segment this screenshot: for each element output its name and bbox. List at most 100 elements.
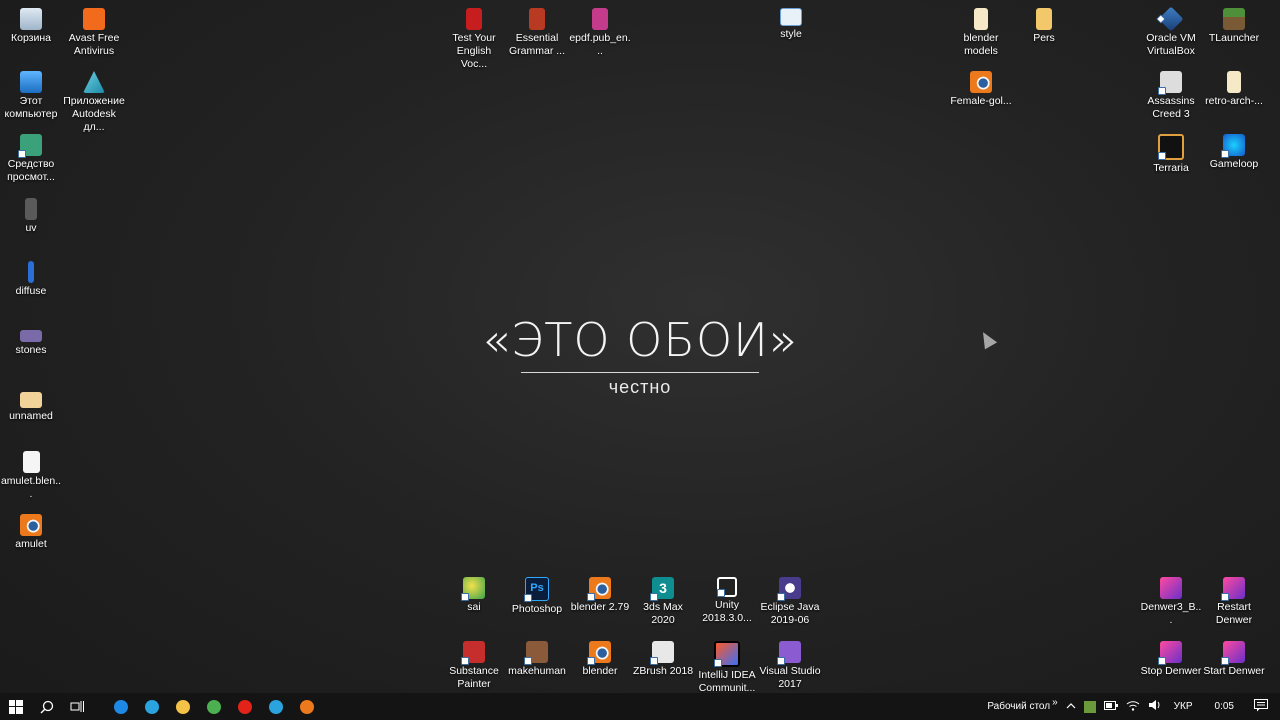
desktop-icon[interactable]: Substance Painter — [443, 637, 505, 691]
desktop-icon[interactable]: blender — [569, 637, 631, 678]
desktop-icon[interactable]: blender models — [950, 4, 1012, 58]
desktop-icon[interactable]: Oracle VM VirtualBox — [1140, 4, 1202, 58]
blender-icon — [20, 514, 42, 536]
desktop-icon[interactable]: stones — [0, 320, 62, 357]
blank-file-icon — [22, 451, 40, 473]
taskbar-app-button[interactable] — [198, 693, 229, 720]
desktop-icon[interactable]: ZBrush 2018 — [632, 637, 694, 678]
desktop-icon-label: retro-arch-... — [1205, 95, 1263, 107]
volume-icon[interactable] — [1148, 699, 1162, 714]
desktop-icon[interactable]: Avast Free Antivirus — [63, 4, 125, 58]
desktop-icon[interactable]: amulet.blen... — [0, 447, 62, 501]
desktop-icon-label: IntelliJ IDEA Communit... — [698, 669, 756, 694]
image-file-icon — [28, 261, 34, 283]
app-tray-icon[interactable] — [1083, 700, 1096, 713]
desktop-icon[interactable]: Female-gol... — [950, 67, 1012, 108]
edge-icon — [113, 699, 128, 714]
sai-icon — [461, 577, 485, 601]
blender-icon — [970, 71, 992, 93]
desktop-icon-label: blender models — [963, 32, 999, 57]
desktop-icon-label: diffuse — [15, 285, 47, 297]
desktop-icon[interactable]: unnamed — [0, 384, 62, 423]
taskbar: Рабочий стол » УКР 0:05 — [0, 693, 1280, 720]
task-view-button[interactable] — [62, 693, 93, 720]
desktop-icon[interactable]: Gameloop — [1203, 130, 1265, 171]
desktop-icon[interactable]: makehuman — [506, 637, 568, 678]
desktop-icon[interactable]: diffuse — [0, 257, 62, 298]
desktop-icon-label: Unity 2018.3.0... — [702, 599, 752, 624]
desktop-icon-label: epdf.pub_en... — [569, 32, 631, 57]
desktop-icon[interactable]: IntelliJ IDEA Communit... — [696, 637, 758, 695]
desktop-icon-label: Female-gol... — [950, 95, 1012, 107]
taskbar-apps — [105, 693, 322, 720]
desktop-icon[interactable]: TLauncher — [1203, 4, 1265, 45]
book-icon — [529, 8, 545, 30]
show-hidden-icons-icon[interactable] — [1066, 701, 1076, 712]
taskbar-app-button[interactable] — [136, 693, 167, 720]
desktop-icon[interactable]: Start Denwer — [1203, 637, 1265, 678]
desktop-icon-label: Приложение Autodesk дл... — [63, 95, 125, 133]
desktop-toolbar-label[interactable]: Рабочий стол — [987, 701, 1050, 712]
desktop-icon[interactable]: Stop Denwer — [1140, 637, 1202, 678]
desktop-icon[interactable]: Terraria — [1140, 130, 1202, 175]
desktop-icon[interactable]: Средство просмот... — [0, 130, 62, 184]
desktop-icon-label: style — [780, 28, 802, 40]
blender-icon — [587, 577, 611, 601]
document-icon — [1036, 8, 1052, 30]
desktop-icon[interactable]: Этот компьютер — [0, 67, 62, 121]
desktop-icon-label: TLauncher — [1208, 32, 1260, 44]
desktop-icon[interactable]: Pers — [1013, 4, 1075, 45]
blender-icon — [587, 641, 611, 665]
desktop-icon[interactable]: Ps Photoshop — [506, 573, 568, 616]
desktop-icon-label: amulet.blen... — [0, 475, 62, 500]
desktop-icon-label: Eclipse Java 2019-06 — [760, 601, 820, 626]
autodesk-icon — [83, 71, 105, 93]
desktop-icon-label: Avast Free Antivirus — [68, 32, 120, 57]
clock[interactable]: 0:05 — [1215, 701, 1234, 712]
desktop-icon[interactable]: style — [760, 4, 822, 41]
search-button[interactable] — [31, 693, 62, 720]
desktop-icon[interactable]: Restart Denwer — [1203, 573, 1265, 627]
language-indicator[interactable]: УКР — [1174, 701, 1193, 712]
taskbar-app-button[interactable] — [291, 693, 322, 720]
desktop-icon[interactable]: sai — [443, 573, 505, 614]
desktop-icon-label: Terraria — [1153, 162, 1189, 174]
desktop-icon-label: Visual Studio 2017 — [759, 665, 821, 690]
wifi-icon[interactable] — [1126, 699, 1140, 714]
recycle-bin-icon — [20, 8, 42, 30]
denwer-icon — [1158, 641, 1182, 665]
mouse-cursor-icon — [976, 328, 998, 350]
taskbar-app-button[interactable] — [167, 693, 198, 720]
desktop-icon-label: Substance Painter — [449, 665, 499, 690]
desktop-icon-label: Test Your English Voc... — [452, 32, 496, 70]
desktop-icon[interactable]: Essential Grammar ... — [506, 4, 568, 58]
desktop-icon[interactable]: Приложение Autodesk дл... — [63, 67, 125, 134]
taskbar-app-button[interactable] — [105, 693, 136, 720]
battery-icon[interactable] — [1103, 700, 1118, 713]
desktop-icon[interactable]: blender 2.79 — [569, 573, 631, 614]
virtualbox-icon — [1158, 6, 1184, 32]
desktop-icon-label: Этот компьютер — [4, 95, 58, 120]
desktop-icon[interactable]: uv — [0, 194, 62, 235]
desktop-icon[interactable]: Test Your English Voc... — [443, 4, 505, 71]
taskbar-app-button[interactable] — [229, 693, 260, 720]
desktop-icon[interactable]: Eclipse Java 2019-06 — [759, 573, 821, 627]
desktop-icon[interactable]: Visual Studio 2017 — [759, 637, 821, 691]
taskbar-app-button[interactable] — [260, 693, 291, 720]
start-button[interactable] — [0, 693, 31, 720]
desktop-icon[interactable]: amulet — [0, 510, 62, 551]
desktop-icon[interactable]: 3 3ds Max 2020 — [632, 573, 694, 627]
desktop-icon[interactable]: Корзина — [0, 4, 62, 45]
desktop-icon[interactable]: retro-arch-... — [1203, 67, 1265, 108]
wallpaper-title: «ЭТО ОБОИ» — [481, 313, 799, 367]
notifications-icon[interactable] — [1254, 698, 1268, 715]
desktop-icon[interactable]: Assassins Creed 3 — [1140, 67, 1202, 121]
terraria-icon — [1158, 134, 1184, 160]
file-explorer-icon — [175, 699, 190, 714]
toolbar-chevron[interactable]: » — [1052, 697, 1058, 708]
desktop-icon[interactable]: epdf.pub_en... — [569, 4, 631, 58]
desktop-icon-label: Assassins Creed 3 — [1147, 95, 1195, 120]
desktop-icon[interactable]: Unity 2018.3.0... — [696, 573, 758, 625]
desktop-icon-label: Средство просмот... — [7, 158, 55, 183]
desktop-icon[interactable]: Denwer3_B... — [1140, 573, 1202, 627]
